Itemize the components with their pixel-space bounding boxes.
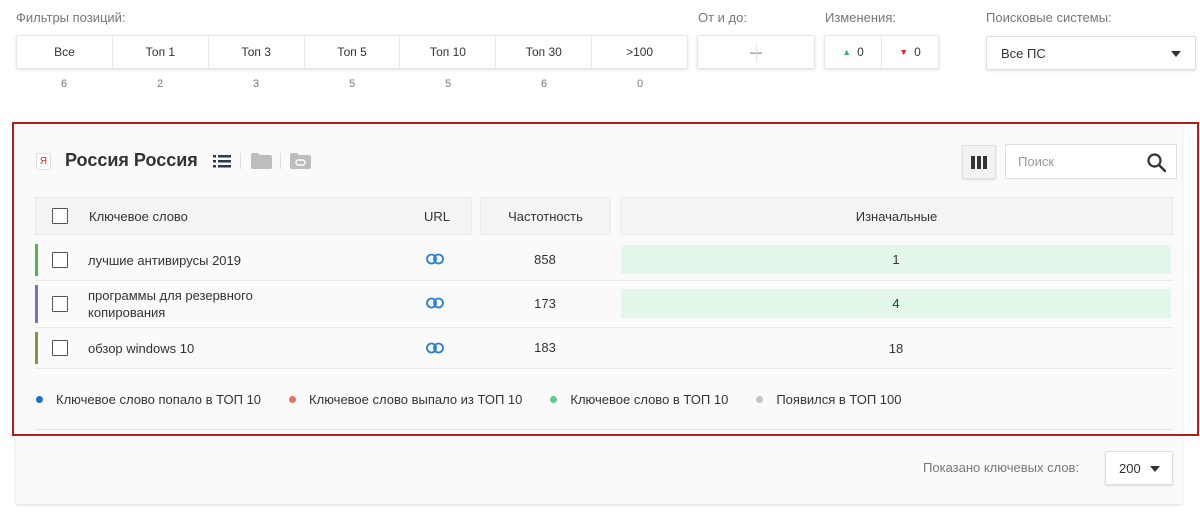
filter-top10-button[interactable]: Топ 10 bbox=[400, 36, 497, 68]
link-icon[interactable] bbox=[425, 297, 445, 309]
page-size-select[interactable]: 200 bbox=[1105, 451, 1173, 485]
folder-icon[interactable] bbox=[250, 152, 272, 170]
count-top30: 6 bbox=[540, 78, 548, 90]
shown-keywords-label: Показано ключевых слов: bbox=[923, 460, 1080, 475]
legend-dot bbox=[550, 396, 558, 403]
initial-position-cell: 18 bbox=[888, 341, 904, 356]
header-url[interactable]: URL bbox=[424, 209, 450, 224]
count-over100: 0 bbox=[636, 78, 644, 90]
changes-down-count: 0 bbox=[914, 45, 921, 59]
legend-item: Ключевое слово в ТОП 10 bbox=[550, 392, 728, 407]
changes-up-button[interactable]: ▲ 0 bbox=[825, 36, 882, 68]
legend-item: Ключевое слово выпало из ТОП 10 bbox=[289, 392, 522, 407]
arrow-down-icon: ▼ bbox=[899, 47, 909, 57]
table-row: лучшие антивирусы 2019 858 1 bbox=[35, 240, 1173, 281]
frequency-cell: 858 bbox=[534, 252, 556, 267]
filter-top3-button[interactable]: Топ 3 bbox=[209, 36, 305, 68]
range-divider bbox=[756, 44, 757, 62]
folder-link-icon[interactable] bbox=[289, 152, 311, 170]
changes-filter-group: ▲ 0 ▼ 0 bbox=[824, 35, 939, 69]
search-engines-select[interactable]: Все ПС bbox=[986, 36, 1196, 70]
filter-top30-button[interactable]: Топ 30 bbox=[496, 36, 593, 68]
position-filter-group: Все Топ 1 Топ 3 Топ 5 Топ 10 Топ 30 >100 bbox=[16, 35, 688, 69]
search-engines-label: Поисковые системы: bbox=[986, 10, 1112, 25]
initial-position-cell: 1 bbox=[621, 245, 1171, 274]
range-label: От и до: bbox=[698, 10, 747, 25]
legend-dot bbox=[36, 396, 43, 403]
toolbar-divider bbox=[240, 153, 241, 169]
row-indicator bbox=[35, 244, 38, 276]
link-icon[interactable] bbox=[425, 253, 445, 265]
header-keyword-cell: Ключевое слово URL bbox=[35, 197, 472, 235]
keyword-cell: программы для резервного копирования bbox=[88, 288, 253, 320]
search-input[interactable] bbox=[1006, 145, 1136, 178]
row-checkbox[interactable] bbox=[52, 340, 68, 356]
legend-label: Ключевое слово попало в ТОП 10 bbox=[56, 392, 262, 407]
table-row: обзор windows 10 183 18 bbox=[35, 328, 1173, 369]
row-checkbox[interactable] bbox=[52, 252, 68, 268]
search-icon[interactable] bbox=[1147, 153, 1167, 175]
filter-top1-button[interactable]: Топ 1 bbox=[113, 36, 209, 68]
frequency-cell: 183 bbox=[534, 340, 556, 355]
toolbar-divider bbox=[280, 153, 281, 169]
position-filter-counts: 6 2 3 5 5 6 0 bbox=[16, 78, 688, 90]
changes-down-button[interactable]: ▼ 0 bbox=[882, 36, 938, 68]
filter-top5-button[interactable]: Топ 5 bbox=[305, 36, 401, 68]
filter-over100-button[interactable]: >100 bbox=[592, 36, 687, 68]
legend-label: Ключевое слово в ТОП 10 bbox=[570, 392, 729, 407]
columns-button[interactable] bbox=[962, 145, 996, 179]
search-engines-value: Все ПС bbox=[1001, 45, 1046, 61]
columns-icon bbox=[971, 155, 987, 169]
panel-title: Россия Россия bbox=[65, 150, 198, 170]
legend-item: Ключевое слово попало в ТОП 10 bbox=[36, 392, 261, 407]
count-all: 6 bbox=[60, 78, 68, 90]
legend-label: Появился в ТОП 100 bbox=[776, 392, 902, 407]
header-frequency[interactable]: Частотность bbox=[480, 197, 611, 235]
range-input[interactable]: — bbox=[697, 35, 815, 69]
select-all-checkbox[interactable] bbox=[52, 208, 68, 224]
count-top3: 3 bbox=[252, 78, 260, 90]
changes-up-count: 0 bbox=[857, 45, 864, 59]
yandex-icon: Я bbox=[36, 153, 51, 170]
changes-label: Изменения: bbox=[825, 10, 896, 25]
row-checkbox[interactable] bbox=[52, 296, 68, 312]
position-filters-label: Фильтры позиций: bbox=[16, 10, 126, 25]
legend: Ключевое слово попало в ТОП 10 Ключевое … bbox=[36, 392, 929, 407]
keyword-cell: обзор windows 10 bbox=[88, 341, 195, 356]
count-top10: 5 bbox=[444, 78, 452, 90]
legend-item: Появился в ТОП 100 bbox=[756, 392, 901, 407]
filter-all-button[interactable]: Все bbox=[17, 36, 113, 68]
divider bbox=[35, 429, 1173, 430]
row-indicator bbox=[35, 285, 38, 323]
link-icon[interactable] bbox=[425, 342, 445, 354]
chevron-down-icon bbox=[1150, 466, 1160, 472]
header-keyword[interactable]: Ключевое слово bbox=[89, 209, 188, 224]
initial-position-cell: 4 bbox=[621, 289, 1171, 318]
search-box bbox=[1005, 144, 1177, 179]
legend-dot bbox=[756, 396, 764, 403]
chevron-down-icon bbox=[1171, 51, 1181, 57]
page-size-value: 200 bbox=[1119, 460, 1141, 476]
legend-label: Ключевое слово выпало из ТОП 10 bbox=[309, 392, 523, 407]
list-view-icon[interactable] bbox=[212, 152, 232, 170]
arrow-up-icon: ▲ bbox=[842, 47, 852, 57]
count-top1: 2 bbox=[156, 78, 164, 90]
table-row: программы для резервного копирования 173… bbox=[35, 281, 1173, 328]
frequency-cell: 173 bbox=[534, 296, 556, 311]
legend-dot bbox=[289, 396, 297, 403]
row-indicator bbox=[35, 332, 38, 364]
header-initial[interactable]: Изначальные bbox=[620, 197, 1173, 235]
keyword-cell: лучшие антивирусы 2019 bbox=[88, 253, 241, 268]
count-top5: 5 bbox=[348, 78, 356, 90]
